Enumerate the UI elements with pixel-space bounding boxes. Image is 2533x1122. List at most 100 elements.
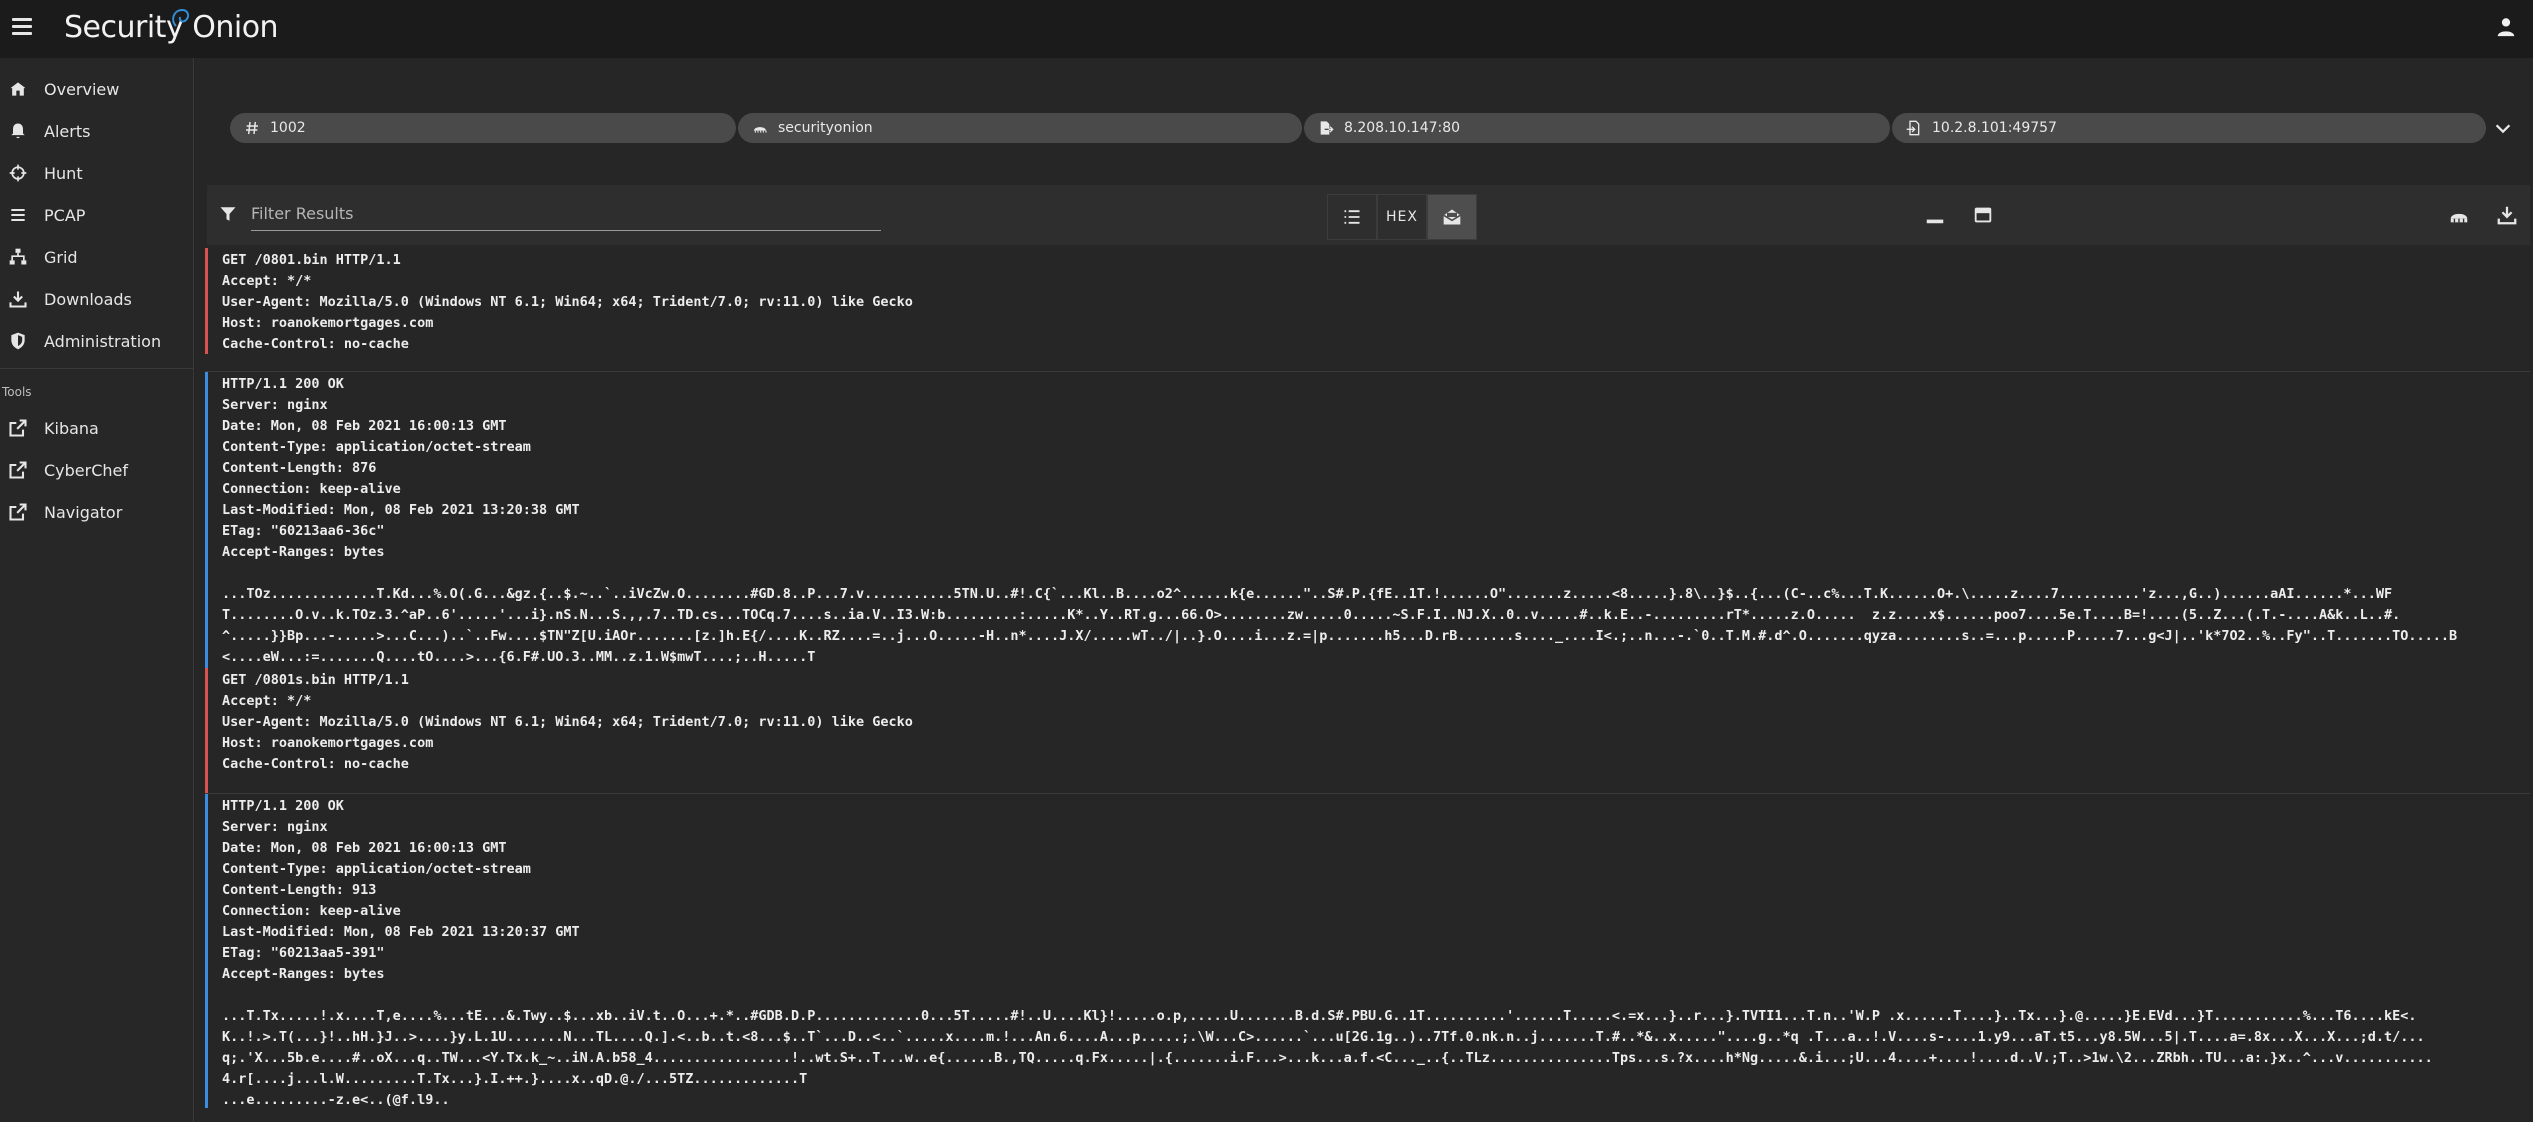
list-view-button[interactable]: [1327, 194, 1377, 240]
crosshairs-icon: [9, 164, 27, 182]
download-pcap-icon[interactable]: [2496, 204, 2518, 226]
expand-panel-icon[interactable]: [1972, 204, 1994, 226]
transcript-line: Last-Modified: Mon, 08 Feb 2021 13:20:37…: [222, 924, 580, 940]
transcript-line: ...TOz.............T.Kd...%.O(.G...&gz.{…: [222, 586, 2393, 602]
collapse-icon[interactable]: [1924, 204, 1946, 226]
sidebar-item-label: Navigator: [44, 502, 123, 522]
transcript-line: Connection: keep-alive: [222, 903, 401, 919]
job-id-chip[interactable]: 1002: [230, 113, 736, 143]
sidebar-item-administration[interactable]: Administration: [0, 320, 193, 362]
sidebar-item-overview[interactable]: Overview: [0, 68, 193, 110]
response-block: HTTP/1.1 200 OK Server: nginx Date: Mon,…: [205, 794, 2530, 1108]
transcript-line: 4.r[....j...l.W.........T.Tx...}.I.++.}.…: [222, 1071, 808, 1087]
response-block: HTTP/1.1 200 OK Server: nginx Date: Mon,…: [205, 372, 2530, 668]
menu-icon[interactable]: [12, 18, 32, 38]
transcript-line: Content-Length: 876: [222, 460, 377, 476]
envelope-open-icon: [1443, 209, 1461, 225]
sidebar-item-label: Kibana: [44, 418, 99, 438]
job-id-value: 1002: [270, 120, 306, 136]
transcript-line: Accept: */*: [222, 273, 312, 289]
transcript-line: Content-Length: 913: [222, 882, 377, 898]
user-account-icon[interactable]: [2495, 16, 2517, 38]
sidebar-item-downloads[interactable]: Downloads: [0, 278, 193, 320]
external-link-icon: [9, 419, 27, 437]
transcript-line: Host: roanokemortgages.com: [222, 735, 434, 751]
transcript-line: HTTP/1.1 200 OK: [222, 798, 344, 814]
transcript-line: Host: roanokemortgages.com: [222, 315, 434, 331]
sensor-download-icon[interactable]: [2448, 204, 2470, 226]
sidebar-item-label: PCAP: [44, 205, 86, 225]
sidebar-item-kibana[interactable]: Kibana: [0, 407, 193, 449]
transcript-view-button[interactable]: [1427, 194, 1477, 240]
request-block: GET /0801.bin HTTP/1.1 Accept: */* User-…: [205, 248, 2530, 354]
transcript-line: T........O.v..k.TOz.3.^aP..6'.....'...i}…: [222, 607, 2401, 623]
transcript-line: ETag: "60213aa5-391": [222, 945, 385, 961]
sitemap-icon: [9, 248, 27, 265]
sidebar-item-label: Downloads: [44, 289, 132, 309]
dashboard-icon: [10, 82, 26, 96]
external-link-icon: [9, 503, 27, 521]
transcript-line: Server: nginx: [222, 397, 328, 413]
transcript-line: Server: nginx: [222, 819, 328, 835]
sidebar-item-cyberchef[interactable]: CyberChef: [0, 449, 193, 491]
transcript-line: [222, 563, 2530, 584]
tools-section-label: Tools: [2, 385, 32, 399]
sidebar-item-alerts[interactable]: Alerts: [0, 110, 193, 152]
view-mode-toggle: HEX: [1327, 194, 1477, 240]
transcript-line: Content-Type: application/octet-stream: [222, 861, 531, 877]
pcap-transcript: GET /0801.bin HTTP/1.1 Accept: */* User-…: [205, 248, 2530, 1122]
transcript-line: GET /0801s.bin HTTP/1.1: [222, 672, 409, 688]
sidebar-item-label: Grid: [44, 247, 78, 267]
download-icon: [9, 291, 27, 308]
transcript-line: Accept-Ranges: bytes: [222, 544, 385, 560]
transcript-line: GET /0801.bin HTTP/1.1: [222, 252, 401, 268]
transcript-line: ETag: "60213aa6-36c": [222, 523, 385, 539]
transcript-line: <....eW...:=.......Q....tO....>...{6.F#.…: [222, 649, 816, 665]
transcript-line: Date: Mon, 08 Feb 2021 16:00:13 GMT: [222, 840, 507, 856]
file-import-icon: [1906, 120, 1920, 136]
transcript-line: ...T.Tx.....!.x....T,e....%...tE...&.Twy…: [222, 1008, 2417, 1024]
sidebar-item-navigator[interactable]: Navigator: [0, 491, 193, 533]
transcript-line: Connection: keep-alive: [222, 481, 401, 497]
sidebar-item-label: Hunt: [44, 163, 83, 183]
top-app-bar: Security Onion: [0, 0, 2533, 58]
transcript-line: Cache-Control: no-cache: [222, 756, 409, 772]
sidebar-item-hunt[interactable]: Hunt: [0, 152, 193, 194]
transcript-line: Date: Mon, 08 Feb 2021 16:00:13 GMT: [222, 418, 507, 434]
source-value: 8.208.10.147:80: [1344, 120, 1461, 136]
transcript-line: Last-Modified: Mon, 08 Feb 2021 13:20:38…: [222, 502, 580, 518]
hex-view-button[interactable]: HEX: [1377, 194, 1427, 240]
destination-value: 10.2.8.101:49757: [1932, 120, 2057, 136]
transcript-line: Cache-Control: no-cache: [222, 336, 409, 352]
transcript-line: [222, 985, 2530, 1006]
filter-icon: [220, 207, 236, 221]
sidebar-item-pcap[interactable]: PCAP: [0, 194, 193, 236]
source-chip[interactable]: 8.208.10.147:80: [1304, 113, 1890, 143]
sensor-value: securityonion: [778, 120, 873, 136]
transcript-line: q;.'X...5b.e....#..oX...q..TW...<Y.Tx.k_…: [222, 1050, 2433, 1066]
transcript-line: Accept-Ranges: bytes: [222, 966, 385, 982]
request-block: GET /0801s.bin HTTP/1.1 Accept: */* User…: [205, 668, 2530, 794]
transcript-line: K..!.>.T(...}!..hH.}J..>....}y.L.1U.....…: [222, 1029, 2425, 1045]
transcript-line: ...e.........-z.e<..(@f.l9..: [222, 1092, 450, 1108]
job-details-chips: 1002 securityonion 8.208.10.147:80 10.2.…: [230, 111, 2530, 145]
onion-logo-icon: [172, 8, 190, 27]
transcript-line: Accept: */*: [222, 693, 312, 709]
external-link-icon: [9, 461, 27, 479]
sensor-chip[interactable]: securityonion: [738, 113, 1302, 143]
main-content: 1002 securityonion 8.208.10.147:80 10.2.…: [195, 58, 2533, 1122]
transcript-line: ^.....}}Bp...-.....>...C...)..`..Fw....$…: [222, 628, 2458, 644]
shield-icon: [11, 332, 25, 350]
sidebar-item-label: CyberChef: [44, 460, 129, 480]
sidebar-item-label: Overview: [44, 79, 120, 99]
hash-icon: [246, 121, 258, 135]
transcript-line: Content-Type: application/octet-stream: [222, 439, 531, 455]
destination-chip[interactable]: 10.2.8.101:49757: [1892, 113, 2486, 143]
sidebar-item-grid[interactable]: Grid: [0, 236, 193, 278]
chevron-down-icon[interactable]: [2492, 117, 2514, 139]
bell-icon: [11, 123, 25, 139]
transcript-line: User-Agent: Mozilla/5.0 (Windows NT 6.1;…: [222, 714, 913, 730]
filter-results-input[interactable]: [251, 197, 881, 231]
sidebar-item-label: Alerts: [44, 121, 91, 141]
sidebar-divider: [0, 368, 193, 369]
